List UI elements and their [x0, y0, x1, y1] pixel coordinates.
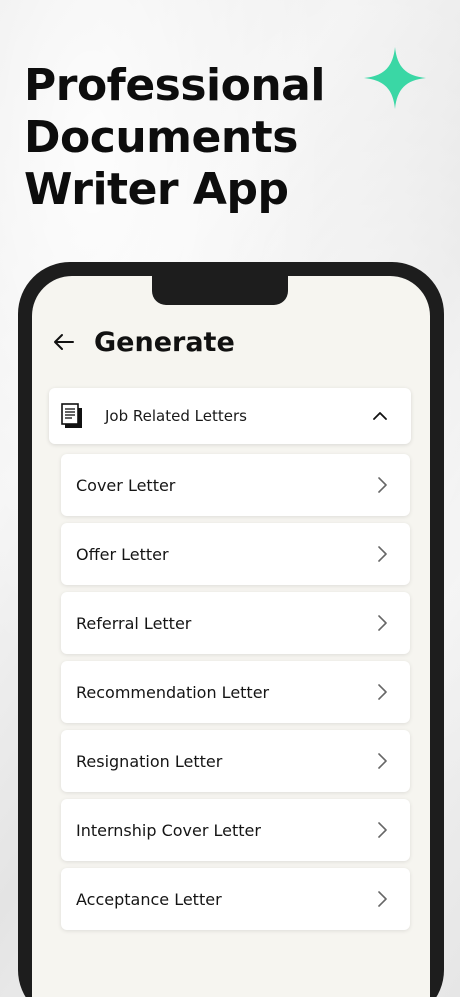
list-item-label: Internship Cover Letter — [76, 820, 261, 840]
document-icon — [61, 403, 82, 428]
phone-notch — [152, 262, 288, 305]
list-item-label: Cover Letter — [76, 475, 176, 495]
chevron-right-icon — [378, 546, 387, 562]
headline-line-2: Documents — [24, 112, 298, 163]
chevron-right-icon — [378, 615, 387, 631]
list-item-acceptance-letter[interactable]: Acceptance Letter — [61, 868, 410, 930]
list-item-label: Referral Letter — [76, 613, 192, 633]
category-job-related-letters[interactable]: Job Related Letters — [49, 388, 411, 444]
headline-line-3: Writer App — [24, 164, 289, 215]
list-item-label: Acceptance Letter — [76, 889, 222, 909]
chevron-right-icon — [378, 753, 387, 769]
list-item-offer-letter[interactable]: Offer Letter — [61, 523, 410, 585]
chevron-right-icon — [378, 891, 387, 907]
chevron-right-icon — [378, 684, 387, 700]
sparkle-icon — [364, 47, 426, 109]
category-label: Job Related Letters — [105, 407, 247, 425]
top-bar: Generate — [52, 322, 235, 362]
list-item-label: Recommendation Letter — [76, 682, 270, 702]
chevron-right-icon — [378, 822, 387, 838]
list-item-cover-letter[interactable]: Cover Letter — [61, 454, 410, 516]
list-item-resignation-letter[interactable]: Resignation Letter — [61, 730, 410, 792]
headline-line-1: Professional — [24, 60, 325, 111]
chevron-right-icon — [378, 477, 387, 493]
arrow-left-icon[interactable] — [52, 330, 76, 354]
list-item-label: Resignation Letter — [76, 751, 223, 771]
promo-headline: Professional Documents Writer App — [24, 60, 325, 216]
page-title: Generate — [94, 326, 235, 358]
list-item-label: Offer Letter — [76, 544, 169, 564]
chevron-up-icon[interactable] — [371, 407, 389, 425]
list-item-referral-letter[interactable]: Referral Letter — [61, 592, 410, 654]
list-item-recommendation-letter[interactable]: Recommendation Letter — [61, 661, 410, 723]
list-item-internship-cover-letter[interactable]: Internship Cover Letter — [61, 799, 410, 861]
